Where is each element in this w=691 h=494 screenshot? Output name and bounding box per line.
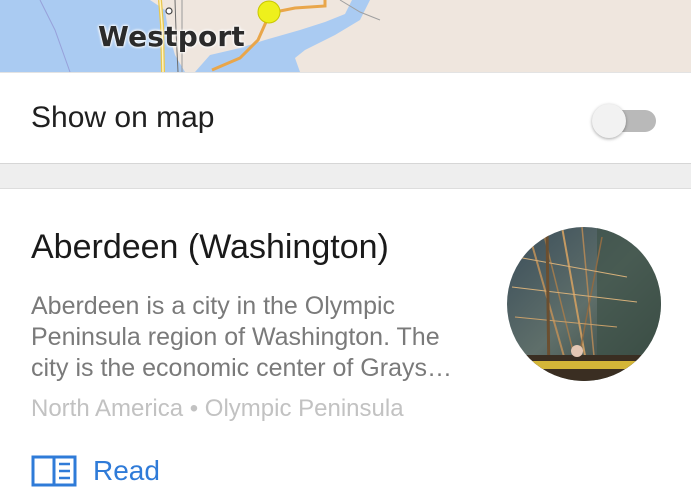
article-title[interactable]: Aberdeen (Washington)	[31, 228, 389, 267]
map-place-label: Westport	[98, 20, 246, 53]
read-button[interactable]: Read	[31, 453, 160, 489]
description-line: city is the economic center of Grays…	[31, 354, 452, 382]
show-on-map-row[interactable]: Show on map	[0, 72, 691, 164]
article-description: Aberdeen is a city in the Olympic Penins…	[31, 291, 491, 384]
map-preview[interactable]: Westport	[0, 0, 691, 72]
article-location-meta: North America • Olympic Peninsula	[31, 395, 404, 422]
article-thumbnail[interactable]	[507, 227, 661, 381]
show-on-map-switch[interactable]	[592, 104, 656, 138]
show-on-map-label: Show on map	[31, 101, 215, 134]
read-button-label: Read	[93, 455, 160, 486]
description-line: Peninsula region of Washington. The	[31, 323, 440, 351]
article-card[interactable]: Aberdeen (Washington) Aberdeen is a city…	[0, 190, 691, 494]
section-separator	[0, 164, 691, 189]
thumbnail-image	[507, 227, 661, 381]
switch-thumb	[592, 104, 626, 138]
description-line: Aberdeen is a city in the Olympic	[31, 292, 396, 320]
book-open-icon	[31, 455, 77, 487]
screen: Westport Show on map Aberdeen (Washingto…	[0, 0, 691, 494]
